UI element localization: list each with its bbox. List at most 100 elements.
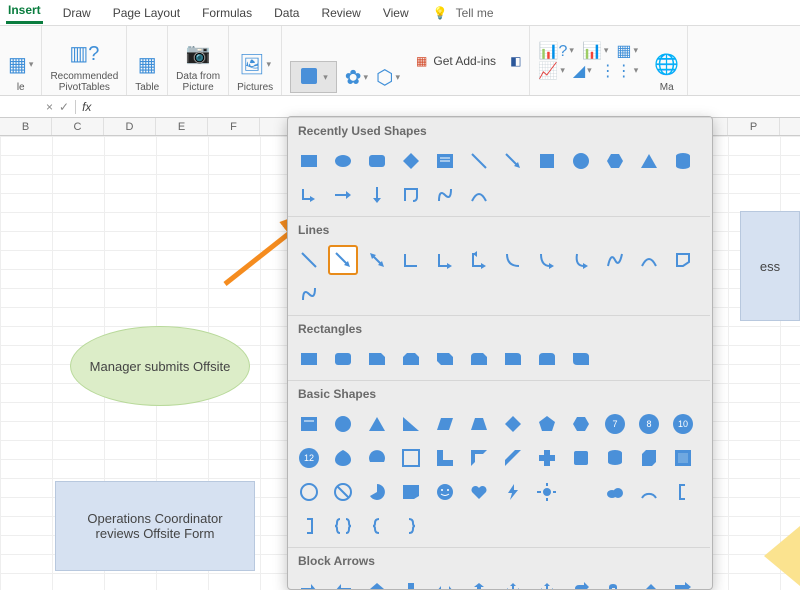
line-arrow-selected[interactable] [328,245,358,275]
bs-sun[interactable] [532,477,562,507]
rect-round-diag[interactable] [566,344,596,374]
bs-num10[interactable]: 10 [668,409,698,439]
line-curved-double[interactable] [566,245,596,275]
bs-bevel[interactable] [668,443,698,473]
treemap-chart-icon[interactable]: ▦▾ [616,42,638,60]
bs-parallelogram[interactable] [430,409,460,439]
tab-data[interactable]: Data [272,4,301,22]
col-P[interactable]: P [728,118,780,135]
bs-folded[interactable] [396,477,426,507]
shape-freeform-1[interactable] [396,180,426,210]
ba-right[interactable] [294,576,324,589]
bs-diagstripe[interactable] [498,443,528,473]
bs-cloud[interactable] [600,477,630,507]
line-elbow-double[interactable] [464,245,494,275]
pictures-button[interactable]: 🖼▾ Pictures [229,26,282,95]
shape-square[interactable] [532,146,562,176]
bs-donut[interactable] [294,477,324,507]
worksheet[interactable]: Manager submits Offsite Operations Coord… [0,136,800,590]
triangle-shape[interactable] [764,526,800,586]
rect-snip1[interactable] [362,344,392,374]
shape-curve[interactable] [464,180,494,210]
bs-diamond[interactable] [498,409,528,439]
recommended-pivot-button[interactable]: ▥? Recommended PivotTables [42,26,127,95]
tab-view[interactable]: View [381,4,411,22]
col-E[interactable]: E [156,118,208,135]
column-chart-icon[interactable]: 📊?▾ [539,42,574,60]
shape-cylinder[interactable] [668,146,698,176]
line-scribble-2[interactable] [294,279,324,309]
bs-triangle[interactable] [362,409,392,439]
table-button[interactable]: ▦ Table [127,26,168,95]
shape-diamond[interactable] [396,146,426,176]
shape-textbox[interactable] [430,146,460,176]
ba-down[interactable] [396,576,426,589]
rect-snip-round[interactable] [464,344,494,374]
col-B[interactable]: B [0,118,52,135]
bs-brace-r[interactable] [396,511,426,541]
bs-chord[interactable] [362,443,392,473]
get-addins-button[interactable]: Get Add-ins [433,54,496,68]
shape-scribble[interactable] [430,180,460,210]
rect-1[interactable] [294,344,324,374]
bs-rtriangle[interactable] [396,409,426,439]
bs-circle[interactable] [328,409,358,439]
bs-smiley[interactable] [430,477,460,507]
tab-insert[interactable]: Insert [6,1,43,24]
bar-chart-icon[interactable]: 📊▾ [582,42,608,60]
ba-bent-r[interactable] [566,576,596,589]
tab-review[interactable]: Review [319,4,362,22]
ba-bent-u[interactable] [634,576,664,589]
shape-triangle[interactable] [634,146,664,176]
bs-trapezoid[interactable] [464,409,494,439]
rect-rounded[interactable] [328,344,358,374]
bs-plus[interactable] [532,443,562,473]
col-F[interactable]: F [208,118,260,135]
tell-me[interactable]: 💡Tell me [429,2,498,24]
rectangle-shape-1[interactable]: Operations Coordinator reviews Offsite F… [55,481,255,571]
ba-uturn-r[interactable] [600,576,630,589]
shape-rect[interactable] [294,146,324,176]
commit-button[interactable]: ✓ [59,100,69,114]
bs-tear[interactable] [328,443,358,473]
bs-brace-l[interactable] [362,511,392,541]
ba-up[interactable] [362,576,392,589]
bs-heart[interactable] [464,477,494,507]
ba-quad[interactable] [498,576,528,589]
bs-num8[interactable]: 8 [634,409,664,439]
shape-right-arrow[interactable] [328,180,358,210]
bs-pie[interactable] [362,477,392,507]
ba-updown[interactable] [464,576,494,589]
oval-shape[interactable]: Manager submits Offsite [70,326,250,406]
line-curved[interactable] [498,245,528,275]
3d-models-button[interactable]: ⬡▾ [376,61,400,93]
bs-num7[interactable]: 7 [600,409,630,439]
bs-moon[interactable] [566,477,596,507]
cancel-button[interactable]: × [46,100,53,114]
bs-textbox[interactable] [294,409,324,439]
bs-bracket-r[interactable] [294,511,324,541]
rect-snip2[interactable] [396,344,426,374]
line-curved-arrow[interactable] [532,245,562,275]
col-D[interactable]: D [104,118,156,135]
line-freeform-shape[interactable] [668,245,698,275]
bs-cylinder[interactable] [600,443,630,473]
ba-corner[interactable] [668,576,698,589]
bs-noentry[interactable] [328,477,358,507]
rect-round2[interactable] [532,344,562,374]
icons-button[interactable]: ✿▾ [345,61,368,93]
line-straight[interactable] [294,245,324,275]
line-chart-icon[interactable]: 📈▾ [538,62,564,80]
bs-cube[interactable] [634,443,664,473]
bs-halfframe[interactable] [464,443,494,473]
rect-snip-diag[interactable] [430,344,460,374]
ba-left[interactable] [328,576,358,589]
area-chart-icon[interactable]: ◢▾ [573,62,592,80]
shape-rounded-rect[interactable] [362,146,392,176]
shape-circle[interactable] [566,146,596,176]
scatter-chart-icon[interactable]: ⋮⋮▾ [600,62,639,80]
maps-button[interactable]: 🌐 Ma [646,26,688,95]
bs-pentagon[interactable] [532,409,562,439]
shape-oval[interactable] [328,146,358,176]
shape-down-arrow[interactable] [362,180,392,210]
